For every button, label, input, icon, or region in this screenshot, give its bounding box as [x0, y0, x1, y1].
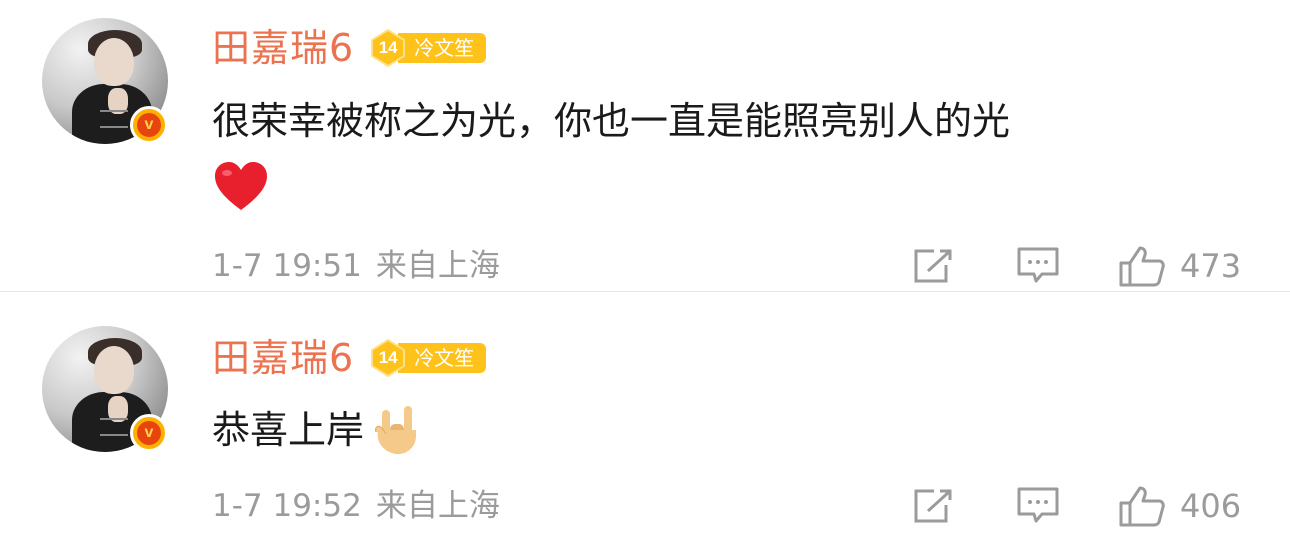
comment-icon	[1017, 247, 1059, 283]
comment-meta: 1-7 19:51 来自上海 473	[0, 246, 1290, 287]
fan-badge-name: 冷文笙	[398, 33, 487, 63]
fan-level-icon: 14	[368, 338, 408, 378]
comment-location: 来自上海	[375, 248, 500, 284]
username[interactable]: 田嘉瑞6	[212, 330, 354, 386]
verified-badge-icon: v	[130, 414, 168, 452]
fan-level-icon: 14	[368, 28, 408, 68]
comment-location: 来自上海	[375, 488, 500, 524]
like-button[interactable]: 406	[1118, 486, 1242, 527]
thumbs-up-icon	[1119, 486, 1165, 527]
heart-emoji-icon	[215, 162, 267, 210]
comment-header: 田嘉瑞6 14 冷文笙	[212, 20, 487, 76]
comment-time: 1-7 19:51	[212, 248, 362, 284]
like-count: 406	[1180, 487, 1242, 525]
username[interactable]: 田嘉瑞6	[212, 20, 354, 76]
thumbs-up-icon	[1119, 246, 1165, 287]
comment-text: 很荣幸被称之为光，你也一直是能照亮别人的光	[212, 99, 1011, 143]
share-button[interactable]	[912, 486, 954, 526]
fan-badge[interactable]: 14 冷文笙	[368, 338, 487, 378]
comment-meta: 1-7 19:52 来自上海 406	[0, 486, 1290, 527]
rock-on-hand-emoji-icon	[375, 406, 417, 455]
like-button[interactable]: 473	[1118, 246, 1242, 287]
reply-button[interactable]	[1016, 486, 1060, 526]
avatar[interactable]: v	[42, 18, 168, 144]
avatar[interactable]: v	[42, 326, 168, 452]
reply-button[interactable]	[1016, 246, 1060, 286]
comment-item: v 田嘉瑞6 14 冷文笙 恭喜上岸 1-7 19:52 来自上海 406	[0, 292, 1290, 548]
comment-item: v 田嘉瑞6 14 冷文笙 很荣幸被称之为光，你也一直是能照亮别人的光 1-7 …	[0, 0, 1290, 292]
comment-text: 恭喜上岸	[212, 408, 365, 452]
comment-text-row: 恭喜上岸	[212, 402, 426, 458]
fan-badge-name: 冷文笙	[398, 343, 487, 373]
verified-badge-icon: v	[130, 106, 168, 144]
share-icon	[914, 249, 952, 283]
comment-time: 1-7 19:52	[212, 488, 362, 524]
share-button[interactable]	[912, 246, 954, 286]
like-count: 473	[1180, 247, 1242, 285]
share-icon	[914, 489, 952, 523]
fan-badge[interactable]: 14 冷文笙	[368, 28, 487, 68]
comment-header: 田嘉瑞6 14 冷文笙	[212, 330, 487, 386]
comment-icon	[1017, 487, 1059, 523]
